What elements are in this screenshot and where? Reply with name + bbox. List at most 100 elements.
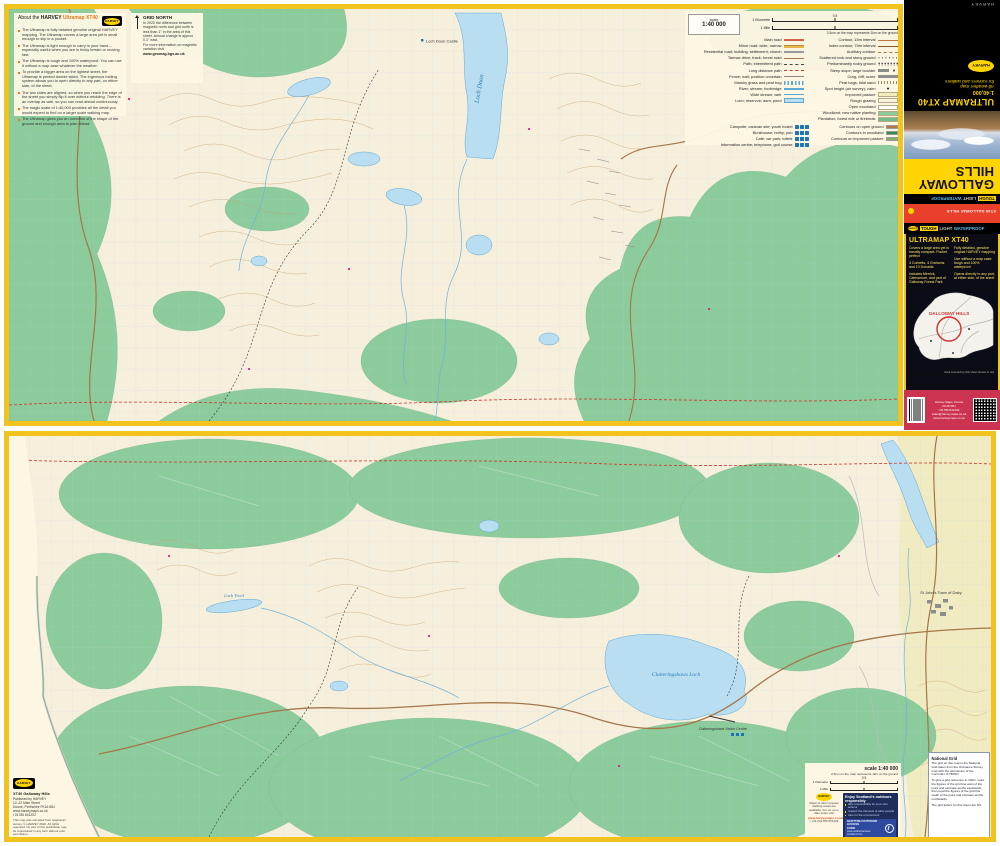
loch-trool-label: Loch Trool [223, 593, 244, 598]
national-grid-box: National Grid The grid on this map is th… [928, 752, 990, 839]
about-bullet: The magic scale of 1:40,000 provides all… [18, 106, 122, 115]
locator-map-canvas: GALLOWAY HILLS [909, 289, 995, 369]
legend-label: Residential road; building; settlement; … [704, 50, 782, 54]
legend-row: Plantation; forest ride or firebreak [809, 116, 898, 122]
legend-label: Spot height (air survey); cairn [825, 87, 876, 91]
harvey-logo-text: HARVEY [105, 19, 119, 23]
legend-symbol [784, 76, 804, 77]
km-scale-bar: 0.5 [772, 18, 898, 22]
feature-item: Opens directly to any part, at either si… [954, 272, 995, 280]
legend-label: Improved pasture [845, 93, 875, 97]
visitor-centre-icons [731, 733, 744, 736]
legend-label: Rough grazing [850, 99, 875, 103]
feature-item: Use without a map case: tough and 100% w… [954, 257, 995, 269]
legend-swatch [878, 92, 898, 97]
bunkhouse-icon [795, 131, 799, 135]
harvey-logo-text: HARVEY [972, 63, 990, 68]
mile-bar-label: 1 Mile [808, 787, 828, 791]
harvey-logo-icon: HARVEY [816, 793, 832, 801]
about-bullet: The Ultramap is tough and 100% waterproo… [18, 59, 122, 68]
grid-north-arrow-icon [134, 15, 140, 29]
legend-label: Auxiliary contour [847, 50, 876, 54]
clatteringshaws-loch-label: Clatteringshaws Loch [652, 672, 701, 678]
harvey-dot-icon [908, 208, 914, 214]
national-grid-para: The grid letters for this sheet are NX. [932, 804, 987, 808]
legend-terrain-column: Contour, 15m interval Index contour, 75m… [809, 37, 898, 122]
band-waterproof-label: WATERPROOF [954, 226, 984, 231]
grid-north-panel: GRID NORTH In 2022 the difference betwee… [131, 13, 203, 83]
legend-swatch [878, 111, 898, 116]
legend-label: Peat hags; tidal sand [839, 81, 875, 85]
about-bullet: The Ultramap gives you an overview of th… [18, 117, 122, 126]
legend-symbol [784, 70, 804, 71]
legend-label: River; stream; footbridge [739, 87, 782, 91]
legend-label: Information centre; telephone; golf cour… [721, 143, 793, 147]
legend-symbol [784, 51, 804, 53]
tough-light-waterproof-band: HARVEY TOUGH LIGHT WATERPROOF [904, 223, 1000, 234]
access-code-box: SCOTTISH OUTDOOR ACCESS CODE www.outdoor… [845, 819, 896, 838]
legend-label: Main road [764, 38, 781, 42]
national-grid-para: The grid on this map is the National Gri… [932, 762, 987, 777]
legend-facilities: Campsite; caravan site; youth hostel Bun… [688, 124, 815, 148]
legend-symbol [878, 52, 898, 53]
legend-row: Loch; reservoir; dam; pond [688, 98, 804, 104]
colour-chip [886, 125, 898, 129]
legend-swatch [878, 98, 898, 103]
contact-block: Harvey Maps, Doune FK16 6BJ t 01786 8412… [928, 400, 971, 420]
cover-footer: HARVEY HARVEY [904, 0, 1000, 77]
cover-title-block: GALLOWAY HILLS [904, 160, 1000, 195]
about-title-brand: HARVEY [41, 15, 62, 21]
legend-contour-colours: Contours on open ground Contours in wood… [820, 124, 898, 148]
legend-symbol [878, 56, 898, 60]
legend-label: Contour, 15m interval [839, 38, 876, 42]
top-map-sheet: Loch Doon Castle Loch Doon About the HAR… [4, 4, 903, 426]
outdoor-access-box: Enjoy Scotland's outdoors responsibly ta… [843, 793, 899, 840]
bottom-right-info-panel: scale 1:40 000 2.5cm on the map represen… [805, 763, 901, 838]
cover-title-line1: GALLOWAY [910, 178, 994, 191]
information-icon [795, 143, 799, 147]
national-grid-para: To give a grid reference to 100m: read t… [932, 779, 987, 802]
promo-text: Maps of other popular walking areas are … [808, 802, 840, 816]
legend-label: Scattered rock and stony ground [819, 56, 875, 60]
legend-label: Contours in woodland [846, 131, 884, 135]
legend-label: Tarmac drive; track; forest road [728, 56, 782, 60]
scale-note: 2.5cm on the map represents 1km on the g… [808, 772, 898, 776]
about-bullet: To provide a bigger area on the lightest… [18, 70, 122, 88]
cover-series-title: ULTRAMAP XT40 [904, 97, 1000, 112]
barcode-icon [907, 397, 925, 423]
qr-code-icon [973, 398, 997, 422]
legend-label: Path; intermittent path [743, 62, 781, 66]
legend-symbol [878, 81, 898, 84]
legend-symbol [784, 81, 804, 85]
visitor-centre-label: Clatteringshaws Visitor Centre [699, 727, 747, 731]
legend-symbol [784, 58, 804, 59]
cover-tagline1: All-weather map [910, 84, 994, 90]
folded-cover-column: XT40 GALLOWAY HILLS TOUGH LIGHT WATERPRO… [904, 0, 1000, 430]
telephone-icon [800, 143, 804, 147]
grid-north-title: GRID NORTH [143, 15, 200, 20]
facility-icons [795, 131, 815, 135]
harvey-logo-text: HARVEY [17, 781, 31, 785]
mile-scale-bar [830, 788, 898, 792]
harvey-logo-icon: HARVEY [968, 60, 994, 72]
km-bar-label: 1 Kilometre [744, 18, 770, 22]
feature-item: Covers a large area yet is handily compa… [909, 246, 950, 258]
cover-photo [904, 112, 1000, 160]
legend-label: Contours on open ground [839, 125, 883, 129]
colour-chip [886, 131, 898, 135]
harvey-logo-text: HARVEY [818, 795, 830, 798]
land-shape [914, 292, 993, 359]
hostel-icon [805, 125, 809, 129]
publisher-heading: XT40 Galloway Hills [13, 791, 67, 796]
town-label: St John's Town of Dalry [920, 590, 962, 595]
harvey-logo-icon: HARVEY [13, 778, 35, 789]
feature-item: 3 Corbetts, 4 Grahams and 10 Donalds [909, 261, 950, 269]
facility-icons [795, 137, 815, 141]
legend-swatch [878, 105, 898, 110]
cover-scale-block: 1:40,000 All-weather map for runners and… [904, 77, 1000, 97]
band-light-label: LIGHT [939, 226, 952, 231]
legend-label: Predominantly rocky ground [827, 62, 875, 66]
legend-label: Steep slope; large boulder [830, 69, 875, 73]
bottom-map-sheet: Clatteringshaws Loch Clatteringshaws Vis… [4, 431, 996, 842]
about-title: About the HARVEY Ultramap XT40 [18, 16, 99, 22]
